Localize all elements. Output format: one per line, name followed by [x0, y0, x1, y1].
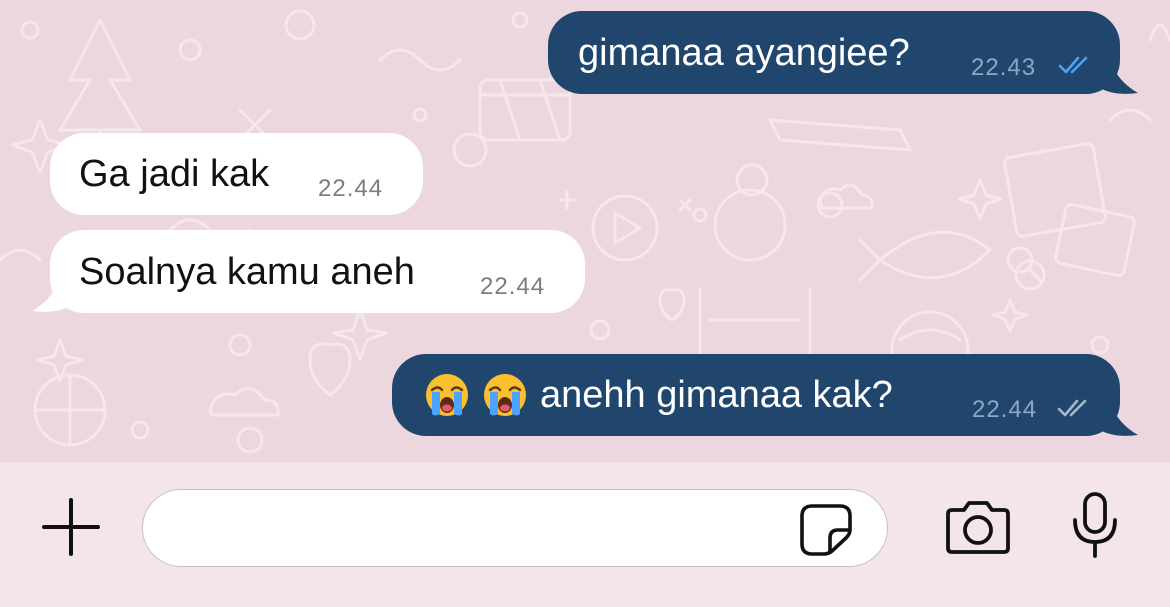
- camera-icon[interactable]: [942, 500, 1014, 556]
- message-content: anehh gimanaa kak?: [424, 372, 893, 418]
- incoming-message[interactable]: Ga jadi kak 22.44: [50, 133, 423, 215]
- message-time: 22.44: [318, 175, 384, 202]
- bubble-tail: [1100, 58, 1138, 94]
- chat-area[interactable]: gimanaa ayangiee? 22.43 Ga jadi kak 22.4…: [0, 0, 1170, 462]
- read-checkmarks-icon: [1058, 56, 1088, 74]
- message-input-bar: [0, 462, 1170, 607]
- message-input[interactable]: [167, 506, 791, 552]
- bubble-tail: [32, 276, 70, 312]
- outgoing-message[interactable]: gimanaa ayangiee? 22.43: [548, 11, 1120, 94]
- delivered-checkmarks-icon: [1057, 399, 1087, 417]
- message-text-field[interactable]: [142, 489, 888, 567]
- message-time: 22.44: [972, 396, 1038, 423]
- message-text: anehh gimanaa kak?: [540, 374, 893, 416]
- bubble-tail: [1100, 400, 1138, 436]
- crying-face-emoji: [426, 374, 468, 416]
- crying-face-emoji: [484, 374, 526, 416]
- microphone-icon[interactable]: [1068, 490, 1122, 562]
- message-time: 22.43: [971, 54, 1037, 81]
- message-time: 22.44: [480, 273, 546, 300]
- outgoing-message[interactable]: anehh gimanaa kak? 22.44: [392, 354, 1120, 436]
- message-text: Ga jadi kak: [79, 153, 270, 195]
- message-text: Soalnya kamu aneh: [79, 250, 415, 293]
- sticker-icon[interactable]: [798, 502, 854, 556]
- incoming-message[interactable]: Soalnya kamu aneh 22.44: [50, 230, 585, 313]
- message-text: gimanaa ayangiee?: [578, 31, 910, 74]
- plus-icon[interactable]: [40, 496, 102, 558]
